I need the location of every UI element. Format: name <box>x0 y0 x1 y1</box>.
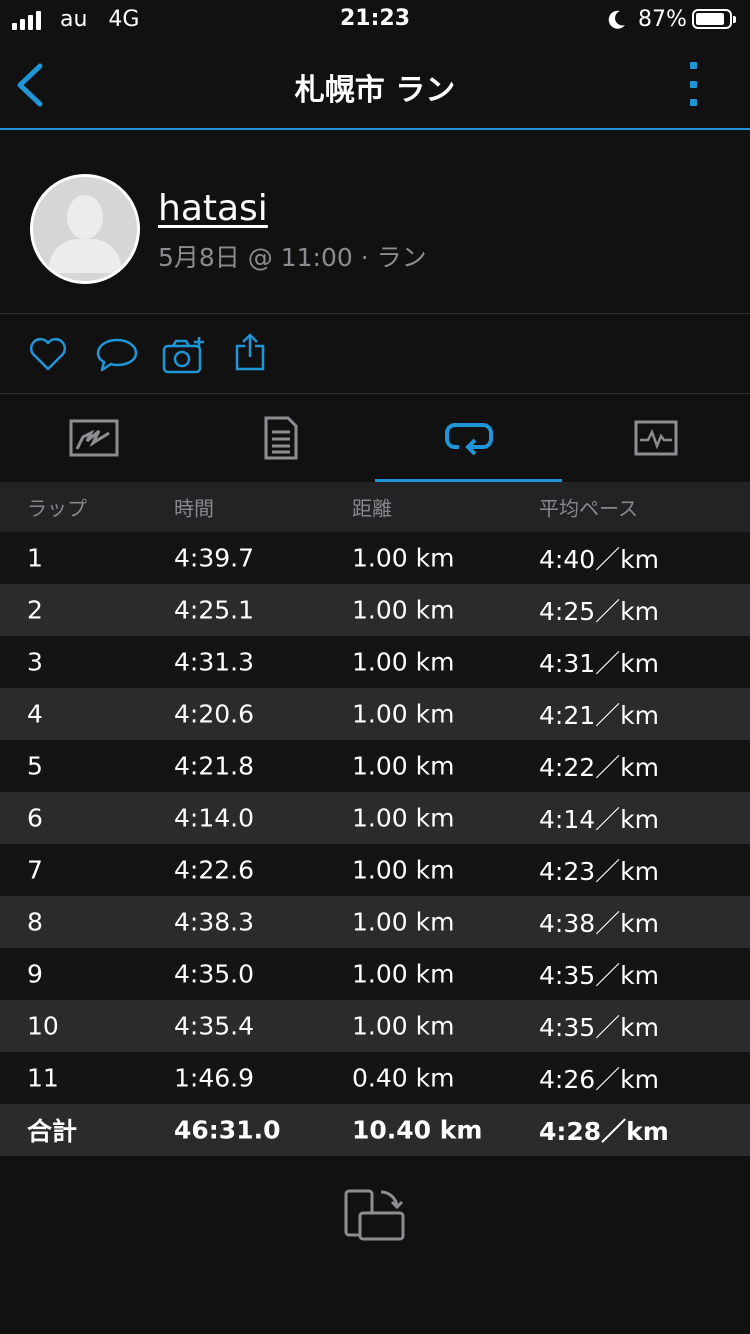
status-bar: au 4G 21:23 87% <box>0 0 750 40</box>
total-label: 合計 <box>27 1117 78 1146</box>
lap-time: 4:35.0 <box>174 959 254 989</box>
total-pace: 4:28／km <box>539 1117 669 1146</box>
header-lap: ラップ <box>27 496 87 521</box>
lap-distance: 1.00 km <box>352 855 455 885</box>
tab-map[interactable] <box>0 394 187 482</box>
lap-time: 4:21.8 <box>174 751 254 781</box>
lap-time: 4:35.4 <box>174 1011 254 1041</box>
lap-distance: 0.40 km <box>352 1063 455 1093</box>
lap-pace: 4:22／km <box>539 753 659 782</box>
lap-number: 5 <box>27 751 43 781</box>
header-distance: 距離 <box>352 496 392 521</box>
lap-time: 1:46.9 <box>174 1063 254 1093</box>
map-icon <box>69 419 118 457</box>
do-not-disturb-icon <box>608 10 625 29</box>
lap-distance: 1.00 km <box>352 647 455 677</box>
lap-pace: 4:31／km <box>539 649 659 678</box>
table-row[interactable]: 7 4:22.6 1.00 km 4:23／km <box>0 844 750 896</box>
tab-bar <box>0 394 750 482</box>
lap-number: 6 <box>27 803 43 833</box>
comment-icon[interactable] <box>95 336 139 374</box>
lap-number: 1 <box>27 543 43 573</box>
tab-laps[interactable] <box>375 394 562 482</box>
lap-distance: 1.00 km <box>352 907 455 937</box>
table-row[interactable]: 4 4:20.6 1.00 km 4:21／km <box>0 688 750 740</box>
lap-number: 11 <box>27 1063 59 1093</box>
table-row[interactable]: 2 4:25.1 1.00 km 4:25／km <box>0 584 750 636</box>
lap-time: 4:31.3 <box>174 647 254 677</box>
lap-number: 9 <box>27 959 43 989</box>
document-icon <box>264 416 297 460</box>
lap-pace: 4:21／km <box>539 701 659 730</box>
nav-bar: 札幌市 ラン <box>0 40 750 130</box>
person-placeholder-icon <box>33 177 137 281</box>
table-row[interactable]: 10 4:35.4 1.00 km 4:35／km <box>0 1000 750 1052</box>
table-row[interactable]: 9 4:35.0 1.00 km 4:35／km <box>0 948 750 1000</box>
battery-percent: 87% <box>638 7 687 32</box>
lap-pace: 4:35／km <box>539 961 659 990</box>
lap-number: 7 <box>27 855 43 885</box>
lap-distance: 1.00 km <box>352 595 455 625</box>
lap-time: 4:38.3 <box>174 907 254 937</box>
header-avg-pace: 平均ペース <box>539 496 638 521</box>
lap-pace: 4:25／km <box>539 597 659 626</box>
total-row: 合計 46:31.0 10.40 km 4:28／km <box>0 1104 750 1156</box>
lap-time: 4:25.1 <box>174 595 254 625</box>
kebab-menu-icon[interactable] <box>686 62 700 106</box>
add-photo-icon[interactable] <box>162 336 206 374</box>
username-link[interactable]: hatasi <box>158 188 268 229</box>
lap-time: 4:14.0 <box>174 803 254 833</box>
lap-pace: 4:38／km <box>539 909 659 938</box>
activity-meta: 5月8日 @ 11:00 · ラン <box>158 243 427 272</box>
battery-icon <box>692 9 736 29</box>
laps-table: ラップ 時間 距離 平均ペース 1 4:39.7 1.00 km 4:40／km 2 4:… <box>0 482 750 1156</box>
lap-distance: 1.00 km <box>352 751 455 781</box>
page-title: 札幌市 ラン <box>294 73 456 108</box>
lap-distance: 1.00 km <box>352 803 455 833</box>
lap-pace: 4:14／km <box>539 805 659 834</box>
lap-time: 4:20.6 <box>174 699 254 729</box>
table-header: ラップ 時間 距離 平均ペース <box>0 482 750 532</box>
lap-time: 4:22.6 <box>174 855 254 885</box>
laps-repeat-icon <box>444 422 493 455</box>
lap-number: 2 <box>27 595 43 625</box>
action-bar <box>0 314 750 393</box>
lap-number: 10 <box>27 1011 59 1041</box>
header-time: 時間 <box>174 496 214 521</box>
table-row[interactable]: 1 4:39.7 1.00 km 4:40／km <box>0 532 750 584</box>
lap-distance: 1.00 km <box>352 543 455 573</box>
rotate-screen-icon[interactable] <box>343 1186 407 1242</box>
lap-distance: 1.00 km <box>352 1011 455 1041</box>
total-time: 46:31.0 <box>174 1115 281 1145</box>
table-row[interactable]: 3 4:31.3 1.00 km 4:31／km <box>0 636 750 688</box>
lap-time: 4:39.7 <box>174 543 254 573</box>
lap-number: 4 <box>27 699 43 729</box>
lap-pace: 4:40／km <box>539 545 659 574</box>
table-row[interactable]: 5 4:21.8 1.00 km 4:22／km <box>0 740 750 792</box>
lap-pace: 4:35／km <box>539 1013 659 1042</box>
avatar[interactable] <box>30 174 140 284</box>
share-icon[interactable] <box>234 332 266 372</box>
lap-distance: 1.00 km <box>352 959 455 989</box>
tab-charts[interactable] <box>562 394 749 482</box>
total-distance: 10.40 km <box>352 1115 483 1145</box>
lap-distance: 1.00 km <box>352 699 455 729</box>
lap-number: 3 <box>27 647 43 677</box>
lap-pace: 4:23／km <box>539 857 659 886</box>
chart-icon <box>634 420 677 456</box>
lap-number: 8 <box>27 907 43 937</box>
lap-pace: 4:26／km <box>539 1065 659 1094</box>
table-row[interactable]: 11 1:46.9 0.40 km 4:26／km <box>0 1052 750 1104</box>
like-icon[interactable] <box>28 336 68 372</box>
table-row[interactable]: 6 4:14.0 1.00 km 4:14／km <box>0 792 750 844</box>
tab-details[interactable] <box>187 394 374 482</box>
table-row[interactable]: 8 4:38.3 1.00 km 4:38／km <box>0 896 750 948</box>
